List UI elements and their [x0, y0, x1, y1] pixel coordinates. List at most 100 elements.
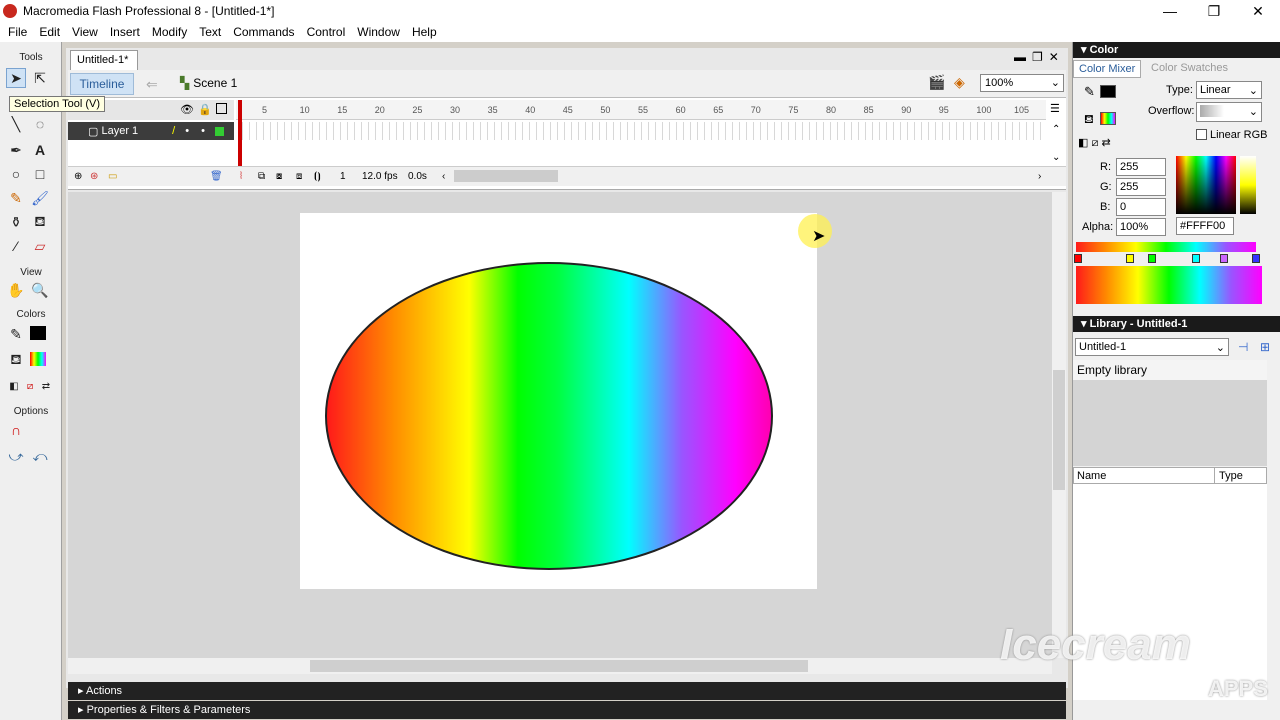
doc-minimize-icon[interactable]: ▬	[1014, 50, 1026, 64]
line-tool-icon[interactable]: ╲	[6, 114, 26, 134]
paint-bucket-tool-icon[interactable]: ⛾	[30, 212, 50, 232]
gradient-stop[interactable]	[1192, 254, 1200, 263]
menu-text[interactable]: Text	[193, 25, 227, 39]
close-button[interactable]: ✕	[1236, 0, 1280, 22]
timeline-toggle-button[interactable]: Timeline	[70, 73, 134, 95]
menu-modify[interactable]: Modify	[146, 25, 193, 39]
gradient-stop[interactable]	[1252, 254, 1260, 263]
color-mode-icons[interactable]: ◧ ⧄ ⇄	[1078, 136, 1111, 150]
overflow-select[interactable]: ⌄	[1196, 102, 1262, 122]
snap-magnet-icon[interactable]: ∩	[6, 420, 26, 440]
layer-color-icon[interactable]	[214, 126, 224, 136]
smooth-icon[interactable]: ⤻	[6, 446, 26, 466]
type-select[interactable]: Linear ⌄	[1196, 81, 1262, 99]
lock-icon[interactable]: 🔒	[198, 103, 212, 116]
delete-layer-icon[interactable]: 🗑	[210, 171, 223, 182]
menu-help[interactable]: Help	[406, 25, 443, 39]
brush-tool-icon[interactable]: 🖌	[30, 188, 50, 208]
col-name[interactable]: Name	[1077, 470, 1106, 482]
stroke-swatch[interactable]	[1100, 85, 1116, 98]
oval-tool-icon[interactable]: ○	[6, 164, 26, 184]
frame-cells[interactable]	[236, 122, 1046, 140]
actions-panel-bar[interactable]: ▸ Actions	[68, 682, 1066, 700]
stroke-color-swatch[interactable]	[30, 326, 46, 340]
gradient-stop[interactable]	[1220, 254, 1228, 263]
eye-icon[interactable]: 👁	[180, 103, 194, 116]
insert-folder-icon[interactable]: ▭	[108, 171, 117, 182]
rectangle-tool-icon[interactable]: □	[30, 164, 50, 184]
onion-outlines-icon[interactable]: ⧇	[276, 171, 282, 182]
fill-color-swatch[interactable]	[30, 352, 46, 366]
motion-guide-icon[interactable]: ⊛	[90, 171, 98, 182]
frame-ruler[interactable]: 5 10 15 20 25 30 35 40 45 50 55 60 65 70 75 80 85 90 95 100…	[236, 100, 1046, 120]
pencil-tool-icon[interactable]: ✎	[6, 188, 26, 208]
zoom-tool-icon[interactable]: 🔍	[30, 280, 50, 300]
back-arrow-icon[interactable]: ⇐	[146, 76, 158, 93]
minimize-button[interactable]: —	[1148, 0, 1192, 22]
alpha-input[interactable]: 100%	[1116, 218, 1166, 236]
scroll-up-icon[interactable]: ⌃	[1052, 124, 1060, 135]
menu-file[interactable]: File	[2, 25, 33, 39]
straighten-icon[interactable]: ⤺	[30, 446, 50, 466]
hex-input[interactable]: #FFFF00	[1176, 217, 1234, 235]
eyedropper-tool-icon[interactable]: ⁄	[6, 236, 26, 256]
text-tool-icon[interactable]: A	[30, 140, 50, 160]
center-frame-icon[interactable]: ⦚	[240, 171, 242, 182]
zoom-select[interactable]: 100% ⌄	[980, 74, 1064, 92]
insert-layer-icon[interactable]: ⊕	[74, 171, 82, 182]
stage-vscroll-thumb[interactable]	[1053, 370, 1065, 490]
new-library-icon[interactable]: ⊞	[1260, 340, 1270, 354]
gradient-definition-bar[interactable]	[1076, 242, 1256, 252]
menu-view[interactable]: View	[66, 25, 104, 39]
stroke-color-icon[interactable]: ✎	[6, 324, 26, 344]
onion-markers-icon[interactable]: ⦗⦘	[314, 171, 321, 182]
pin-library-icon[interactable]: ⊣	[1238, 340, 1248, 354]
gradient-oval-shape[interactable]	[325, 262, 773, 570]
library-panel-header[interactable]: ▾ Library - Untitled-1	[1073, 316, 1280, 332]
fill-color-icon[interactable]: ⛾	[6, 350, 26, 370]
fill-icon[interactable]: ⛾	[1084, 112, 1094, 128]
selection-tool-icon[interactable]: ➤	[6, 68, 26, 88]
outline-icon[interactable]	[216, 103, 227, 114]
stage-hscroll-thumb[interactable]	[310, 660, 808, 672]
lock-dot-icon[interactable]: •	[201, 125, 205, 137]
menu-insert[interactable]: Insert	[104, 25, 146, 39]
visibility-dot-icon[interactable]: •	[185, 125, 189, 137]
scroll-down-icon[interactable]: ⌄	[1052, 152, 1060, 163]
menu-window[interactable]: Window	[351, 25, 406, 39]
eraser-tool-icon[interactable]: ▱	[30, 236, 50, 256]
swap-colors-icon[interactable]: ⇄	[36, 376, 56, 396]
document-tab[interactable]: Untitled-1*	[70, 50, 138, 70]
gradient-stop[interactable]	[1148, 254, 1156, 263]
fill-swatch[interactable]	[1100, 112, 1116, 125]
edit-multiple-frames-icon[interactable]: ⧈	[296, 171, 302, 182]
library-document-select[interactable]: Untitled-1 ⌄	[1075, 338, 1229, 356]
linear-rgb-checkbox[interactable]	[1196, 129, 1207, 140]
hue-saturation-picker[interactable]	[1176, 156, 1236, 214]
pen-tool-icon[interactable]: ✒	[6, 140, 26, 160]
lasso-tool-icon[interactable]: ◌	[30, 114, 50, 134]
col-type[interactable]: Type	[1214, 468, 1247, 483]
gradient-stop[interactable]	[1074, 254, 1082, 263]
restore-button[interactable]: ❐	[1192, 0, 1236, 22]
edit-symbol-icon[interactable]: ◈	[954, 74, 965, 91]
layer-row[interactable]: ▢ Layer 1 / • •	[68, 122, 234, 140]
edit-scene-icon[interactable]: 🎬	[928, 74, 945, 91]
doc-close-icon[interactable]: ✕	[1049, 50, 1059, 64]
stroke-icon[interactable]: ✎	[1084, 84, 1095, 100]
properties-panel-bar[interactable]: ▸ Properties & Filters & Parameters	[68, 701, 1066, 719]
menu-edit[interactable]: Edit	[33, 25, 66, 39]
ink-bottle-tool-icon[interactable]: ⚱	[6, 212, 26, 232]
onion-skin-icon[interactable]: ⧉	[258, 171, 265, 182]
subselection-tool-icon[interactable]: ⇱	[30, 68, 50, 88]
doc-restore-icon[interactable]: ❐	[1032, 50, 1043, 64]
hand-tool-icon[interactable]: ✋	[6, 280, 26, 300]
color-panel-header[interactable]: ▾ Color	[1073, 42, 1280, 58]
scene-breadcrumb[interactable]: ▚ Scene 1	[180, 76, 237, 90]
scroll-right-icon[interactable]: ›	[1038, 171, 1041, 182]
menu-control[interactable]: Control	[301, 25, 352, 39]
tab-color-swatches[interactable]: Color Swatches	[1151, 62, 1228, 74]
timeline-menu-icon[interactable]: ☰	[1050, 102, 1060, 115]
scroll-left-icon[interactable]: ‹	[442, 171, 445, 182]
brightness-slider[interactable]	[1240, 156, 1256, 214]
